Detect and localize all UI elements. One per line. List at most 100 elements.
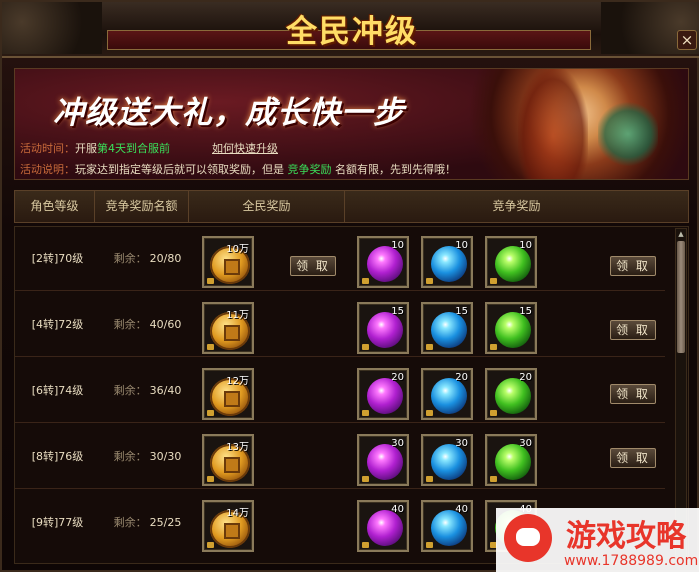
event-desc-label: 活动说明： (20, 163, 75, 176)
gem-reward-slot[interactable]: 30 (421, 434, 473, 486)
gem-reward-slot[interactable]: 40 (357, 500, 409, 552)
item-count: 40 (455, 504, 468, 515)
site-watermark: 游戏攻略 www.1788989.com (496, 508, 699, 572)
lock-icon (207, 542, 214, 548)
coin-reward-slot[interactable]: 13万 (202, 434, 254, 486)
lock-icon (426, 476, 433, 482)
remaining-value: 30/30 (149, 450, 182, 463)
portrait-jewel (598, 99, 658, 169)
gem-reward-slot[interactable]: 15 (421, 302, 473, 354)
gem-reward-slot[interactable]: 10 (357, 236, 409, 288)
item-count: 20 (391, 372, 404, 383)
event-time-label: 活动时间： (20, 142, 75, 155)
lock-icon (490, 278, 497, 284)
corner-ornament-left (2, 2, 102, 54)
row-remaining: 剩余： 36/40 (105, 359, 190, 423)
event-banner: 冲级送大礼，成长快一步 活动时间：开服第4天到合服前 如何快速升级 活动说明：玩家… (14, 68, 689, 180)
lock-icon (207, 344, 214, 350)
close-button[interactable]: × (677, 30, 697, 50)
claim-competition-button[interactable]: 领 取 (610, 384, 656, 404)
blue-gem-icon (431, 378, 467, 414)
gem-reward-slot[interactable]: 30 (357, 434, 409, 486)
remaining-label: 剩余： (113, 384, 147, 397)
event-window: 全民冲级 × 冲级送大礼，成长快一步 活动时间：开服第4天到合服前 如何快速升级 … (0, 0, 699, 572)
remaining-value: 25/25 (149, 516, 182, 529)
gem-reward-slot[interactable]: 15 (485, 302, 537, 354)
header-universal-reward: 全民奖励 (189, 191, 345, 222)
table-row: [6转]74级 剩余： 36/40 12万 20 20 20 领 取 (15, 359, 665, 423)
lock-icon (362, 278, 369, 284)
purple-gem-icon (367, 312, 403, 348)
event-desc-text: 玩家达到指定等级后就可以领取奖励，但是 (75, 163, 284, 176)
row-remaining: 剩余： 40/60 (105, 293, 190, 357)
coin-reward-slot[interactable]: 10万 (202, 236, 254, 288)
item-count: 10 (455, 240, 468, 251)
gem-reward-slot[interactable]: 10 (485, 236, 537, 288)
gem-reward-slot[interactable]: 15 (357, 302, 409, 354)
green-gem-icon (495, 246, 531, 282)
claim-competition-button[interactable]: 领 取 (610, 256, 656, 276)
lock-icon (362, 542, 369, 548)
banner-slogan: 冲级送大礼，成长快一步 (53, 95, 405, 131)
gem-reward-slot[interactable]: 20 (421, 368, 473, 420)
coin-reward-slot[interactable]: 12万 (202, 368, 254, 420)
item-count: 11万 (226, 310, 249, 321)
header-competition-reward: 竞争奖励 (492, 199, 541, 213)
blue-gem-icon (431, 246, 467, 282)
item-count: 15 (455, 306, 468, 317)
lock-icon (362, 344, 369, 350)
item-count: 12万 (226, 376, 249, 387)
item-count: 30 (455, 438, 468, 449)
purple-gem-icon (367, 510, 403, 546)
lock-icon (362, 476, 369, 482)
lock-icon (426, 344, 433, 350)
table-row: [8转]76级 剩余： 30/30 13万 30 30 30 领 取 (15, 425, 665, 489)
row-level: [9转]77级 (31, 516, 84, 529)
scroll-up-arrow-icon[interactable]: ▲ (676, 229, 686, 239)
blue-gem-icon (431, 510, 467, 546)
header-level: 角色等级 (15, 191, 95, 222)
claim-competition-button[interactable]: 领 取 (610, 320, 656, 340)
remaining-label: 剩余： (113, 318, 147, 331)
lock-icon (207, 278, 214, 284)
lock-icon (426, 278, 433, 284)
row-level: [6转]74级 (31, 384, 84, 397)
scroll-thumb[interactable] (677, 241, 685, 353)
gem-reward-slot[interactable]: 10 (421, 236, 473, 288)
lock-icon (490, 476, 497, 482)
claim-competition-button[interactable]: 领 取 (610, 448, 656, 468)
gem-reward-slot[interactable]: 40 (421, 500, 473, 552)
lock-icon (362, 410, 369, 416)
how-to-level-link[interactable]: 如何快速升级 (212, 142, 278, 155)
green-gem-icon (495, 444, 531, 480)
remaining-label: 剩余： (113, 450, 147, 463)
coin-reward-slot[interactable]: 14万 (202, 500, 254, 552)
purple-gem-icon (367, 378, 403, 414)
item-count: 15 (391, 306, 404, 317)
lock-icon (490, 344, 497, 350)
table-row: [2转]70级 剩余： 20/80 10万 领 取 10 10 10 领 取 (15, 227, 665, 291)
watermark-url: www.1788989.com (564, 553, 699, 569)
row-level: [8转]76级 (31, 450, 84, 463)
remaining-value: 36/40 (149, 384, 182, 397)
blue-gem-icon (431, 444, 467, 480)
gem-reward-slot[interactable]: 20 (357, 368, 409, 420)
watermark-title: 游戏攻略 (566, 519, 686, 554)
item-count: 13万 (226, 442, 249, 453)
table-row: [4转]72级 剩余： 40/60 11万 15 15 15 领 取 (15, 293, 665, 357)
purple-gem-icon (367, 444, 403, 480)
lock-icon (426, 542, 433, 548)
gem-reward-slot[interactable]: 30 (485, 434, 537, 486)
item-count: 40 (391, 504, 404, 515)
header-quota: 竞争奖励名额 (95, 191, 189, 222)
lock-icon (490, 410, 497, 416)
item-count: 20 (455, 372, 468, 383)
coin-reward-slot[interactable]: 11万 (202, 302, 254, 354)
claim-universal-button[interactable]: 领 取 (290, 256, 336, 276)
window-title: 全民冲级 (286, 14, 418, 50)
title-bar: 全民冲级 × (2, 2, 699, 58)
event-desc-tail: 名额有限，先到先得哦！ (335, 163, 456, 176)
gem-reward-slot[interactable]: 20 (485, 368, 537, 420)
table-header: 角色等级 竞争奖励名额 全民奖励 竞争奖励 (14, 190, 689, 223)
row-remaining: 剩余： 30/30 (105, 425, 190, 489)
